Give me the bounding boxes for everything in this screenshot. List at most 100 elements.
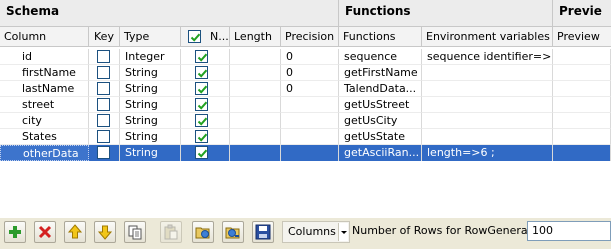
remove-button[interactable] <box>34 221 56 243</box>
cell-precision[interactable] <box>281 97 339 113</box>
key-checkbox[interactable] <box>97 114 110 127</box>
cell-preview[interactable] <box>553 49 611 65</box>
cell-precision[interactable]: 0 <box>281 81 339 97</box>
table-row[interactable]: firstName String 0 getFirstName <box>0 65 611 81</box>
cell-preview[interactable] <box>553 113 611 129</box>
cell-env[interactable] <box>422 97 553 113</box>
nullable-checkbox[interactable] <box>195 66 208 79</box>
cell-key[interactable] <box>89 97 120 113</box>
column-header-environment-variables[interactable]: Environment variables <box>422 27 553 47</box>
nullable-checkbox[interactable] <box>195 146 208 159</box>
cell-nullable[interactable] <box>181 145 230 161</box>
cell-key[interactable] <box>89 113 120 129</box>
cell-type[interactable]: String <box>120 81 181 97</box>
key-checkbox[interactable] <box>97 50 110 63</box>
column-header-precision[interactable]: Precision <box>281 27 339 47</box>
key-checkbox[interactable] <box>97 130 110 143</box>
cell-nullable[interactable] <box>181 113 230 129</box>
cell-function[interactable]: getFirstName <box>339 65 422 81</box>
save-button[interactable] <box>252 221 274 243</box>
cell-type[interactable]: String <box>120 129 181 145</box>
cell-type[interactable]: String <box>120 97 181 113</box>
cell-nullable[interactable] <box>181 97 230 113</box>
cell-nullable[interactable] <box>181 65 230 81</box>
cell-env[interactable] <box>422 129 553 145</box>
cell-length[interactable] <box>230 65 281 81</box>
cell-length[interactable] <box>230 49 281 65</box>
cell-name[interactable]: street <box>0 97 89 113</box>
cell-type[interactable]: String <box>120 145 181 161</box>
cell-env[interactable] <box>422 113 553 129</box>
rows-count-input[interactable]: 100 <box>527 221 611 241</box>
table-row[interactable]: id Integer 0 sequence sequence identifier=>.… <box>0 49 611 65</box>
cell-function[interactable]: getUsCity <box>339 113 422 129</box>
key-checkbox[interactable] <box>97 146 110 159</box>
column-header-type[interactable]: Type <box>120 27 181 47</box>
cell-env[interactable] <box>422 81 553 97</box>
cell-precision[interactable]: 0 <box>281 49 339 65</box>
cell-type[interactable]: String <box>120 113 181 129</box>
cell-env[interactable]: sequence identifier=>... <box>422 49 553 65</box>
column-header-preview[interactable]: Preview <box>553 27 611 47</box>
key-checkbox[interactable] <box>97 98 110 111</box>
cell-preview[interactable] <box>553 65 611 81</box>
cell-name[interactable]: firstName <box>0 65 89 81</box>
paste-button[interactable] <box>160 221 182 243</box>
key-checkbox[interactable] <box>97 82 110 95</box>
table-row[interactable]: city String getUsCity <box>0 113 611 129</box>
column-header-functions[interactable]: Functions <box>339 27 422 47</box>
cell-env[interactable] <box>422 65 553 81</box>
move-down-button[interactable] <box>94 221 116 243</box>
cell-key[interactable] <box>89 129 120 145</box>
cell-function[interactable]: TalendData... <box>339 81 422 97</box>
nullable-checkbox[interactable] <box>195 82 208 95</box>
nullable-checkbox[interactable] <box>195 114 208 127</box>
cell-nullable[interactable] <box>181 49 230 65</box>
table-row[interactable]: States String getUsState <box>0 129 611 145</box>
columns-dropdown[interactable]: Columns <box>282 221 350 243</box>
cell-preview[interactable] <box>553 145 611 161</box>
cell-key[interactable] <box>89 49 120 65</box>
nullable-select-all-checkbox[interactable] <box>188 30 201 43</box>
column-header-column[interactable]: Column <box>0 27 89 47</box>
import-button[interactable] <box>192 221 214 243</box>
cell-preview[interactable] <box>553 97 611 113</box>
cell-key[interactable] <box>89 65 120 81</box>
cell-length[interactable] <box>230 97 281 113</box>
cell-key[interactable] <box>89 145 120 161</box>
cell-nullable[interactable] <box>181 81 230 97</box>
cell-length[interactable] <box>230 81 281 97</box>
cell-preview[interactable] <box>553 129 611 145</box>
cell-precision[interactable] <box>281 145 339 161</box>
table-row[interactable]: otherData String getAsciiRan... length=>6 ; <box>0 145 611 161</box>
nullable-checkbox[interactable] <box>195 98 208 111</box>
cell-length[interactable] <box>230 145 281 161</box>
column-header-key[interactable]: Key <box>89 27 120 47</box>
cell-precision[interactable]: 0 <box>281 65 339 81</box>
cell-name[interactable]: otherData <box>0 145 89 161</box>
cell-preview[interactable] <box>553 81 611 97</box>
column-header-length[interactable]: Length <box>230 27 281 47</box>
cell-function[interactable]: getUsStreet <box>339 97 422 113</box>
cell-length[interactable] <box>230 129 281 145</box>
nullable-checkbox[interactable] <box>195 130 208 143</box>
table-row[interactable]: street String getUsStreet <box>0 97 611 113</box>
cell-name[interactable]: id <box>0 49 89 65</box>
table-row[interactable]: lastName String 0 TalendData... <box>0 81 611 97</box>
cell-name[interactable]: lastName <box>0 81 89 97</box>
cell-function[interactable]: getUsState <box>339 129 422 145</box>
cell-key[interactable] <box>89 81 120 97</box>
cell-nullable[interactable] <box>181 129 230 145</box>
cell-length[interactable] <box>230 113 281 129</box>
move-up-button[interactable] <box>64 221 86 243</box>
cell-type[interactable]: Integer <box>120 49 181 65</box>
key-checkbox[interactable] <box>97 66 110 79</box>
cell-precision[interactable] <box>281 129 339 145</box>
export-button[interactable] <box>222 221 244 243</box>
cell-function[interactable]: sequence <box>339 49 422 65</box>
cell-function[interactable]: getAsciiRan... <box>339 145 422 161</box>
add-button[interactable] <box>4 221 26 243</box>
cell-precision[interactable] <box>281 113 339 129</box>
cell-name[interactable]: States <box>0 129 89 145</box>
cell-type[interactable]: String <box>120 65 181 81</box>
